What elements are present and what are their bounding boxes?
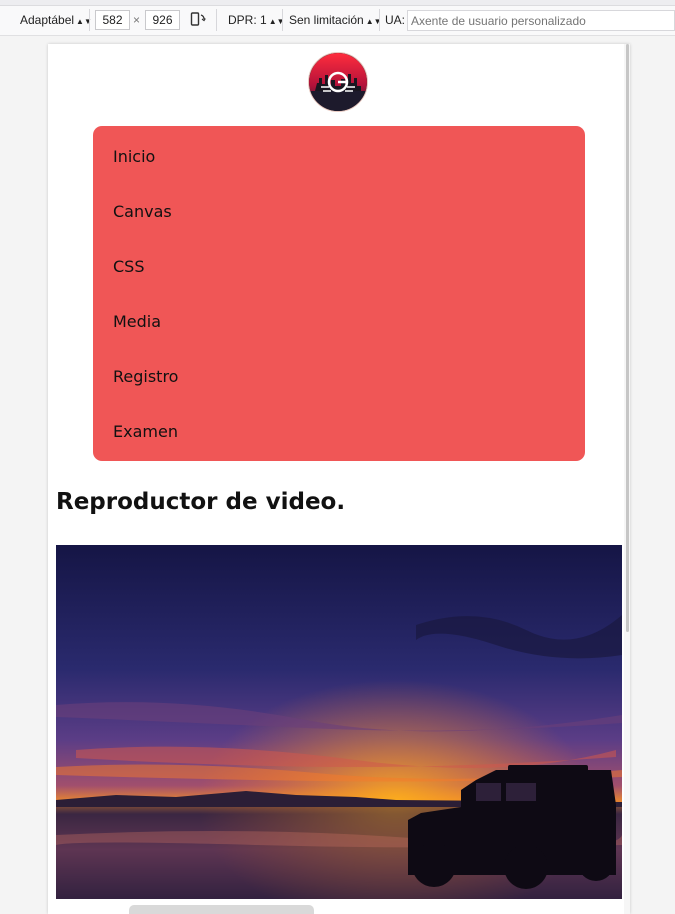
separator	[89, 9, 90, 31]
throttle-selector[interactable]: Sen limitación ▲▼	[289, 10, 382, 30]
times-sign: ×	[133, 13, 141, 27]
nav-item-inicio[interactable]: Inicio	[113, 147, 155, 166]
height-input[interactable]: 926	[145, 10, 180, 30]
throttle-label: Sen limitación	[289, 13, 364, 27]
rotate-icon[interactable]	[190, 9, 206, 29]
dpr-selector[interactable]: DPR: 1 ▲▼	[228, 10, 285, 30]
scrollbar[interactable]	[624, 44, 630, 914]
nav-item-registro[interactable]: Registro	[113, 367, 178, 386]
nav-item-css[interactable]: CSS	[113, 257, 144, 276]
video-player[interactable]	[56, 545, 622, 899]
width-input[interactable]: 582	[95, 10, 130, 30]
separator	[216, 9, 217, 31]
nav-item-canvas[interactable]: Canvas	[113, 202, 172, 221]
device-label: Adaptábel	[20, 13, 75, 27]
rotate-device-icon	[190, 12, 206, 26]
nav-item-media[interactable]: Media	[113, 312, 161, 331]
user-agent-input[interactable]	[407, 10, 675, 31]
page-heading: Reproductor de video.	[56, 489, 346, 515]
separator	[379, 9, 380, 31]
video-frame	[56, 545, 622, 899]
logo-icon	[309, 53, 367, 111]
toolbar-top-edge	[0, 0, 675, 6]
ua-label: UA:	[385, 13, 406, 27]
site-logo[interactable]	[308, 52, 368, 112]
main-nav: Inicio Canvas CSS Media Registro Examen	[93, 126, 585, 461]
responsive-toolbar: Adaptábel ▲▼ 582 × 926 DPR: 1 ▲▼ Sen limit…	[0, 0, 675, 36]
separator	[282, 9, 283, 31]
nav-item-examen[interactable]: Examen	[113, 422, 178, 441]
page-viewport: Inicio Canvas CSS Media Registro Examen …	[48, 44, 630, 914]
device-selector[interactable]: Adaptábel ▲▼	[20, 10, 92, 30]
scrollbar-thumb[interactable]	[626, 44, 629, 632]
dpr-label: DPR: 1	[228, 13, 267, 27]
video-controls-bar[interactable]	[129, 905, 314, 914]
